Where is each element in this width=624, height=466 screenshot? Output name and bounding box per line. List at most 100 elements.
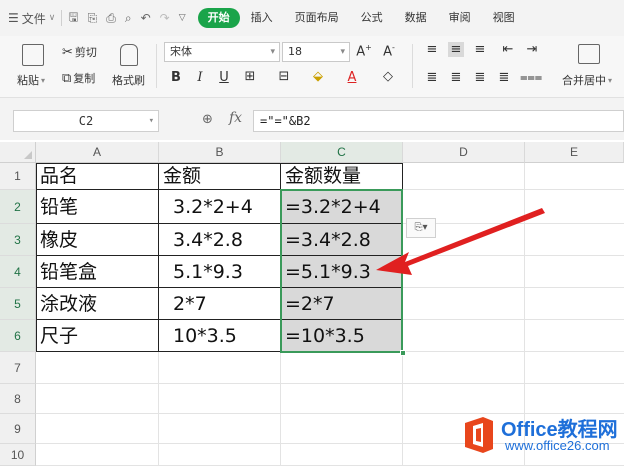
table-cell[interactable]: 3.4*2.8 bbox=[159, 224, 281, 256]
print-icon[interactable]: ⎙ bbox=[106, 11, 116, 26]
tab-data[interactable]: 数据 bbox=[394, 8, 438, 28]
table-cell[interactable]: 2*7 bbox=[159, 288, 281, 320]
row-header-2[interactable]: 2 bbox=[0, 190, 36, 224]
table-cell[interactable]: 尺子 bbox=[36, 320, 159, 352]
fill-handle[interactable] bbox=[400, 350, 406, 356]
print-preview-icon[interactable]: ⌕ bbox=[125, 11, 132, 26]
merge-center-label: 合并居中 bbox=[562, 74, 606, 87]
watermark-url: www.office26.com bbox=[505, 438, 610, 453]
format-painter-button[interactable]: 格式刷 bbox=[112, 72, 145, 88]
column-header-d[interactable]: D bbox=[403, 142, 525, 163]
distribute-icon[interactable]: ⩶ bbox=[520, 70, 542, 85]
tab-page-layout[interactable]: 页面布局 bbox=[284, 8, 350, 28]
table-header-cell[interactable]: 品名 bbox=[36, 163, 159, 190]
quick-access-toolbar: 🖫 ⎘ ⎙ ⌕ ↶ ↷ ▽ bbox=[68, 8, 185, 29]
column-header-a[interactable]: A bbox=[36, 142, 159, 163]
fill-color-icon[interactable]: ⬙ bbox=[310, 69, 326, 84]
align-center-icon[interactable]: ≣ bbox=[448, 70, 464, 85]
tab-formulas[interactable]: 公式 bbox=[350, 8, 394, 28]
ribbon: 粘贴 ▾ ✂ 剪切 ⧉ 复制 格式刷 宋体 ▾ 18 ▾ A+ A- B I U… bbox=[0, 36, 624, 98]
divider bbox=[412, 44, 413, 88]
copy-button[interactable]: ⧉ 复制 bbox=[62, 70, 95, 86]
customize-icon[interactable]: ▽ bbox=[179, 13, 186, 23]
italic-icon[interactable]: I bbox=[192, 70, 208, 85]
tab-insert[interactable]: 插入 bbox=[240, 8, 284, 28]
bold-icon[interactable]: B bbox=[168, 70, 184, 85]
tab-view[interactable]: 视图 bbox=[482, 8, 526, 28]
align-top-icon[interactable]: ≡ bbox=[424, 42, 440, 57]
table-cell[interactable]: =2*7 bbox=[281, 288, 403, 320]
font-color-icon[interactable]: A bbox=[344, 70, 360, 85]
table-border bbox=[36, 351, 403, 352]
table-cell[interactable]: 5.1*9.3 bbox=[159, 256, 281, 288]
column-header-c[interactable]: C bbox=[281, 142, 403, 163]
table-cell[interactable]: =5.1*9.3 bbox=[281, 256, 403, 288]
table-border bbox=[36, 287, 403, 288]
row-header-9[interactable]: 9 bbox=[0, 414, 36, 444]
redo-icon[interactable]: ↷ bbox=[160, 11, 170, 25]
fill-format-icon[interactable]: ⊟ bbox=[276, 69, 292, 84]
align-left-icon[interactable]: ≣ bbox=[424, 70, 440, 85]
zoom-search-icon[interactable]: ⊕ bbox=[202, 112, 213, 127]
fx-icon[interactable]: fx bbox=[229, 110, 242, 126]
paste-button[interactable]: 粘贴 ▾ bbox=[17, 72, 45, 88]
clear-format-icon[interactable]: ◇ bbox=[380, 69, 396, 84]
file-menu[interactable]: ☰ 文件 ∨ bbox=[8, 10, 55, 27]
row-header-4[interactable]: 4 bbox=[0, 256, 36, 288]
table-border bbox=[36, 223, 403, 224]
tab-home[interactable]: 开始 bbox=[197, 8, 240, 28]
table-cell[interactable]: 10*3.5 bbox=[159, 320, 281, 352]
table-cell[interactable]: 铅笔 bbox=[36, 190, 159, 224]
export-icon[interactable]: ⎘ bbox=[88, 11, 98, 26]
table-cell[interactable]: 铅笔盒 bbox=[36, 256, 159, 288]
merge-center-icon[interactable] bbox=[578, 44, 600, 64]
formula-input[interactable]: ="="&B2 bbox=[253, 110, 624, 132]
indent-decrease-icon[interactable]: ⇤ bbox=[500, 42, 516, 57]
increase-font-icon[interactable]: A+ bbox=[356, 43, 372, 59]
align-bottom-icon[interactable]: ≡ bbox=[472, 42, 488, 57]
row-header-3[interactable]: 3 bbox=[0, 224, 36, 256]
row-header-6[interactable]: 6 bbox=[0, 320, 36, 352]
table-cell[interactable]: =3.2*2+4 bbox=[281, 190, 403, 224]
row-header-8[interactable]: 8 bbox=[0, 384, 36, 414]
office-logo-icon bbox=[465, 417, 493, 453]
decrease-font-icon[interactable]: A- bbox=[381, 43, 397, 59]
table-header-cell[interactable]: 金额数量 bbox=[281, 163, 403, 190]
cut-button[interactable]: ✂ 剪切 bbox=[62, 44, 97, 60]
table-cell[interactable]: 3.2*2+4 bbox=[159, 190, 281, 224]
table-border bbox=[280, 163, 281, 352]
column-header-e[interactable]: E bbox=[525, 142, 624, 163]
name-box[interactable]: C2 ▾ bbox=[13, 110, 159, 132]
indent-increase-icon[interactable]: ⇥ bbox=[524, 42, 540, 57]
paste-icon[interactable] bbox=[22, 44, 44, 66]
row-header-10[interactable]: 10 bbox=[0, 444, 36, 466]
table-cell[interactable]: =10*3.5 bbox=[281, 320, 403, 352]
undo-icon[interactable]: ↶ bbox=[141, 11, 151, 25]
border-icon[interactable]: ⊞ bbox=[242, 69, 258, 84]
align-right-icon[interactable]: ≣ bbox=[472, 70, 488, 85]
align-middle-icon[interactable]: ≡ bbox=[448, 42, 464, 57]
font-size-select[interactable]: 18 ▾ bbox=[282, 42, 350, 62]
format-painter-icon[interactable] bbox=[120, 44, 138, 66]
table-cell[interactable]: 涂改液 bbox=[36, 288, 159, 320]
row-header-7[interactable]: 7 bbox=[0, 352, 36, 384]
paste-label: 粘贴 bbox=[17, 74, 39, 87]
table-cell[interactable]: 橡皮 bbox=[36, 224, 159, 256]
menu-bar: ☰ 文件 ∨ 🖫 ⎘ ⎙ ⌕ ↶ ↷ ▽ 开始 插入 页面布局 公式 数据 审阅… bbox=[0, 0, 624, 36]
chevron-down-icon: ▾ bbox=[340, 47, 345, 57]
row-header-1[interactable]: 1 bbox=[0, 163, 36, 190]
justify-icon[interactable]: ≣ bbox=[496, 70, 512, 85]
column-header-b[interactable]: B bbox=[159, 142, 281, 163]
tab-review[interactable]: 审阅 bbox=[438, 8, 482, 28]
format-painter-label: 格式刷 bbox=[112, 74, 145, 87]
table-header-cell[interactable]: 金额 bbox=[159, 163, 281, 190]
underline-icon[interactable]: U bbox=[216, 70, 232, 85]
font-name-select[interactable]: 宋体 ▾ bbox=[164, 42, 280, 62]
merge-center-button[interactable]: 合并居中 ▾ bbox=[562, 72, 612, 88]
table-cell[interactable]: =3.4*2.8 bbox=[281, 224, 403, 256]
select-all-corner[interactable] bbox=[0, 142, 36, 163]
paste-options-button[interactable]: ⎘▾ bbox=[406, 218, 436, 238]
font-size-value: 18 bbox=[288, 45, 302, 58]
row-header-5[interactable]: 5 bbox=[0, 288, 36, 320]
save-icon[interactable]: 🖫 bbox=[68, 8, 78, 29]
